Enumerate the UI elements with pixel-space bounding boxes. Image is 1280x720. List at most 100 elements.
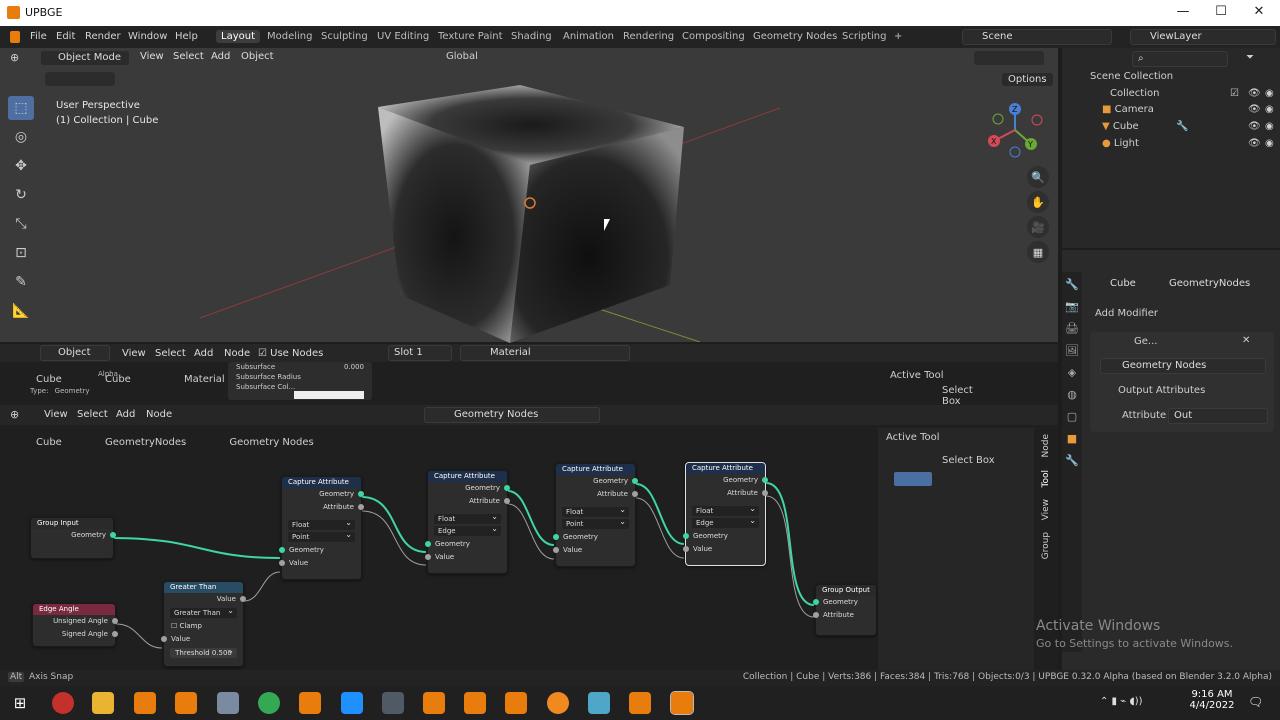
value-socket[interactable] xyxy=(358,504,364,510)
node-tree-selector[interactable]: Geometry Nodes xyxy=(424,407,600,423)
app-icon[interactable] xyxy=(382,692,404,714)
menu-render[interactable]: Render xyxy=(85,31,121,42)
value-socket[interactable] xyxy=(762,490,768,496)
camera-view-icon[interactable]: 🎥 xyxy=(1027,216,1049,238)
cursor-tool-icon[interactable]: ◎ xyxy=(8,125,34,149)
camera-icon[interactable]: ◉ xyxy=(1265,88,1274,99)
camera-icon[interactable]: ◉ xyxy=(1265,138,1274,149)
annotate-tool-icon[interactable]: ✎ xyxy=(8,270,34,294)
type-value[interactable]: Geometry xyxy=(55,387,90,395)
app-icon[interactable] xyxy=(341,692,363,714)
domain-dropdown[interactable]: Point xyxy=(288,530,355,542)
value-socket[interactable] xyxy=(240,596,246,602)
upbge-app-icon[interactable] xyxy=(464,692,486,714)
menu-help[interactable]: Help xyxy=(175,31,198,42)
value-socket[interactable] xyxy=(632,491,638,497)
tab-view[interactable]: View xyxy=(1041,499,1051,520)
start-icon[interactable]: ⊞ xyxy=(9,692,31,714)
greater-than-node[interactable]: Greater Than Value Greater Than ☐ Clamp … xyxy=(161,581,246,667)
value-socket[interactable] xyxy=(683,546,689,552)
app-icon[interactable] xyxy=(52,692,74,714)
menu-edit[interactable]: Edit xyxy=(56,31,75,42)
geometry-socket[interactable] xyxy=(632,478,638,484)
value-socket[interactable] xyxy=(112,618,118,624)
shader-active-tool-header[interactable]: Active Tool xyxy=(884,368,1034,383)
upbge-app-icon[interactable] xyxy=(629,692,651,714)
capture-attribute-node-1[interactable]: Capture Attribute Geometry Attribute Flo… xyxy=(279,476,364,580)
tab-scripting[interactable]: Scripting xyxy=(837,30,891,43)
operation-dropdown[interactable]: Greater Than xyxy=(170,606,237,618)
zoom-icon[interactable]: 🔍 xyxy=(1027,166,1049,188)
value-socket[interactable] xyxy=(425,554,431,560)
eye-icon[interactable]: 👁 xyxy=(1248,104,1261,115)
tab-modeling[interactable]: Modeling xyxy=(262,30,318,43)
delete-modifier-icon[interactable]: ✕ xyxy=(1242,335,1250,346)
menu-file[interactable]: File xyxy=(30,31,47,42)
geometry-socket[interactable] xyxy=(504,485,510,491)
scene-selector[interactable]: Scene xyxy=(962,29,1112,45)
tab-uv-editing[interactable]: UV Editing xyxy=(372,30,434,43)
object-tab-icon[interactable]: ■ xyxy=(1064,432,1080,448)
eye-icon[interactable]: 👁 xyxy=(1248,121,1261,132)
camera-icon[interactable]: ◉ xyxy=(1265,121,1274,132)
upbge-app-icon[interactable] xyxy=(505,692,527,714)
editor-type-icon[interactable]: ⊕ xyxy=(10,408,19,421)
geometry-socket[interactable] xyxy=(425,541,431,547)
outliner-item-camera[interactable]: ■ Camera 👁 ◉ xyxy=(1062,104,1280,120)
output-tab-icon[interactable]: 🖨 xyxy=(1064,322,1080,338)
shader-menu-select[interactable]: Select xyxy=(155,348,186,359)
capture-attribute-node-3[interactable]: Capture Attribute Geometry Attribute Flo… xyxy=(553,463,638,567)
selection-mode-buttons[interactable] xyxy=(894,472,932,486)
geometry-socket[interactable] xyxy=(813,599,819,605)
mode-selector[interactable]: Object Mode xyxy=(40,50,130,66)
view-layer-tab-icon[interactable]: 🖼 xyxy=(1064,344,1080,360)
system-tray-icons[interactable]: ⌃ ▮ ⌁ ◖)) xyxy=(1100,696,1143,707)
shader-menu-node[interactable]: Node xyxy=(224,348,250,359)
blender-menu-icon[interactable] xyxy=(10,31,20,43)
use-nodes-checkbox[interactable]: ☑ Use Nodes xyxy=(258,348,323,359)
outliner-item-cube[interactable]: ▼ Cube 🔧 👁 ◉ xyxy=(1062,121,1280,137)
maximize-button[interactable]: ☐ xyxy=(1206,4,1236,19)
slot-selector[interactable]: Slot 1 xyxy=(388,345,452,361)
geo-menu-add[interactable]: Add xyxy=(116,409,135,420)
clock[interactable]: 9:16 AM 4/4/2022 xyxy=(1184,689,1240,711)
menu-window[interactable]: Window xyxy=(128,31,167,42)
tab-layout[interactable]: Layout xyxy=(216,30,260,43)
tool-tab-icon[interactable]: 🔧 xyxy=(1064,278,1080,294)
capture-attribute-node-2[interactable]: Capture Attribute Geometry Attribute Flo… xyxy=(425,470,510,574)
upbge-app-icon[interactable] xyxy=(423,692,445,714)
modifier-name[interactable]: Ge... xyxy=(1134,336,1157,347)
material-selector[interactable]: Material xyxy=(460,345,630,361)
minimize-button[interactable]: — xyxy=(1168,4,1198,19)
app-icon[interactable] xyxy=(588,692,610,714)
tab-sculpting[interactable]: Sculpting xyxy=(316,30,373,43)
value-socket[interactable] xyxy=(504,498,510,504)
scene-tab-icon[interactable]: ◈ xyxy=(1064,366,1080,382)
collection-tab-icon[interactable]: ▢ xyxy=(1064,410,1080,426)
value-socket[interactable] xyxy=(553,547,559,553)
notification-icon[interactable]: 🗨 xyxy=(1248,695,1263,709)
outliner-scene-collection[interactable]: Scene Collection xyxy=(1062,71,1280,87)
group-output-node[interactable]: Group Output Geometry Attribute xyxy=(813,584,877,636)
navigation-gizmo[interactable]: Z Y X xyxy=(985,100,1045,160)
blender-icon[interactable] xyxy=(547,692,569,714)
editor-type-icon[interactable]: ⊕ xyxy=(10,51,19,64)
shader-menu-view[interactable]: View xyxy=(122,348,146,359)
filter-icon[interactable]: ⏷ xyxy=(1246,52,1254,63)
outliner-collection[interactable]: Collection ☑ 👁 ◉ xyxy=(1062,88,1280,104)
domain-dropdown[interactable]: Point xyxy=(562,517,629,529)
data-type-dropdown[interactable]: Float xyxy=(288,518,355,530)
upbge-app-icon[interactable] xyxy=(134,692,156,714)
active-tool-header[interactable]: Active Tool xyxy=(878,428,1034,447)
value-socket[interactable] xyxy=(279,560,285,566)
geometry-socket[interactable] xyxy=(683,533,689,539)
node-group-selector[interactable]: Geometry Nodes xyxy=(1100,358,1266,374)
geometry-socket[interactable] xyxy=(358,491,364,497)
world-tab-icon[interactable]: ◍ xyxy=(1064,388,1080,404)
select-tool-icon[interactable]: ⬚ xyxy=(8,96,34,120)
add-modifier-button[interactable]: Add Modifier xyxy=(1090,307,1274,323)
outliner-item-light[interactable]: ● Light 👁 ◉ xyxy=(1062,138,1280,154)
viewlayer-selector[interactable]: ViewLayer xyxy=(1130,29,1276,45)
viewport-menu-add[interactable]: Add xyxy=(211,51,230,62)
tab-geometry-nodes[interactable]: Geometry Nodes xyxy=(748,30,842,43)
